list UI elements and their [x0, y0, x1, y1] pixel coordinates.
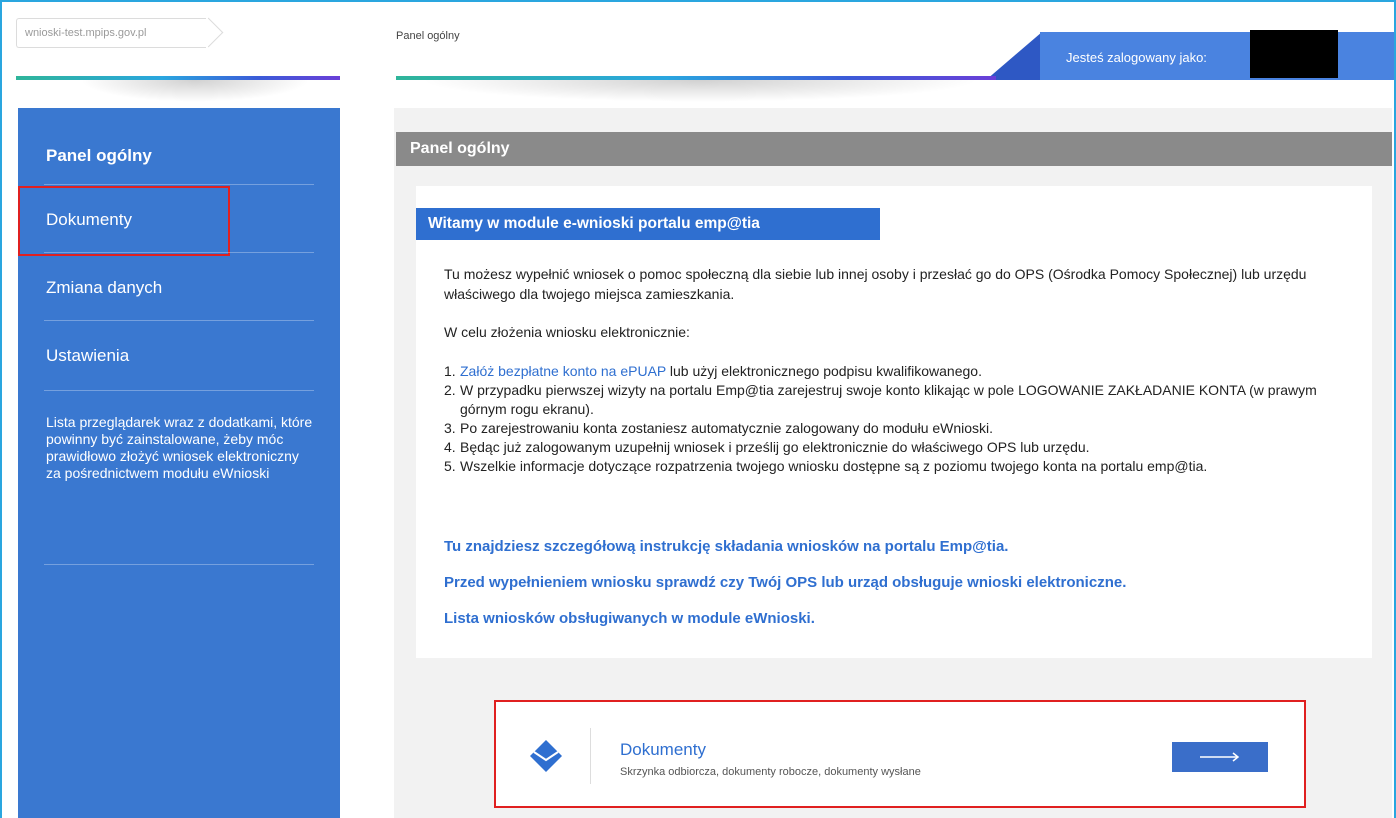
redacted-username	[1250, 30, 1338, 78]
sidebar-item-ustawienia[interactable]: Ustawienia	[46, 346, 316, 366]
sidebar-divider	[44, 320, 314, 321]
list-item: 3. Po zarejestrowaniu konta zostaniesz a…	[444, 420, 994, 436]
steps-heading: W celu złożenia wniosku elektronicznie:	[444, 324, 690, 340]
login-status: Jesteś zalogowany jako:	[1066, 50, 1207, 65]
sidebar-shadow	[80, 80, 310, 102]
list-item: 2. W przypadku pierwszej wizyty na porta…	[444, 382, 1317, 417]
intro-text: Tu możesz wypełnić wniosek o pomoc społe…	[444, 266, 1307, 302]
documents-subtitle: Skrzynka odbiorcza, dokumenty robocze, d…	[620, 766, 921, 778]
instructions-link[interactable]: Tu znajdziesz szczegółową instrukcję skł…	[444, 538, 1008, 555]
page-title: Panel ogólny	[396, 30, 460, 42]
check-ops-link[interactable]: Przed wypełnieniem wniosku sprawdź czy T…	[444, 574, 1126, 591]
list-item: 4. Będąc już zalogowanym uzupełnij wnios…	[444, 439, 1090, 455]
sidebar-divider	[44, 390, 314, 391]
arrow-right-icon	[1200, 752, 1240, 762]
sidebar-item-panel-ogolny[interactable]: Panel ogólny	[46, 146, 316, 166]
forms-list-link[interactable]: Lista wniosków obsługiwanych w module eW…	[444, 610, 815, 627]
list-item: 5. Wszelkie informacje dotyczące rozpatr…	[444, 458, 1208, 474]
documents-card[interactable]: Dokumenty Skrzynka odbiorcza, dokumenty …	[494, 700, 1306, 808]
epuap-link[interactable]: Załóż bezpłatne konto na ePUAP	[460, 363, 666, 379]
header-shadow	[420, 80, 980, 102]
window-border	[0, 2, 2, 818]
welcome-heading: Witamy w module e-wnioski portalu emp@ti…	[416, 208, 880, 240]
sidebar-divider	[44, 184, 314, 185]
sidebar-divider	[44, 252, 314, 253]
login-band-wedge	[986, 32, 1042, 80]
documents-title[interactable]: Dokumenty	[620, 740, 706, 760]
open-documents-button[interactable]	[1172, 742, 1268, 772]
sidebar-divider	[44, 564, 314, 565]
breadcrumb[interactable]: wnioski-test.mpips.gov.pl	[16, 18, 206, 48]
envelope-icon	[530, 740, 562, 772]
sidebar-item-browser-list[interactable]: Lista przeglądarek wraz z dodatkami, któ…	[46, 414, 316, 482]
highlight-box-dokumenty	[18, 186, 230, 256]
panel-title-bar: Panel ogólny	[396, 132, 1392, 166]
list-item: 1. Załóż bezpłatne konto na ePUAP lub uż…	[444, 363, 982, 379]
sidebar: Panel ogólny Dokumenty Zmiana danych Ust…	[18, 108, 340, 818]
steps-list: 1. Załóż bezpłatne konto na ePUAP lub uż…	[444, 362, 1324, 476]
breadcrumb-host[interactable]: wnioski-test.mpips.gov.pl	[25, 27, 146, 39]
card-divider	[590, 728, 591, 784]
sidebar-item-zmiana-danych[interactable]: Zmiana danych	[46, 278, 316, 298]
